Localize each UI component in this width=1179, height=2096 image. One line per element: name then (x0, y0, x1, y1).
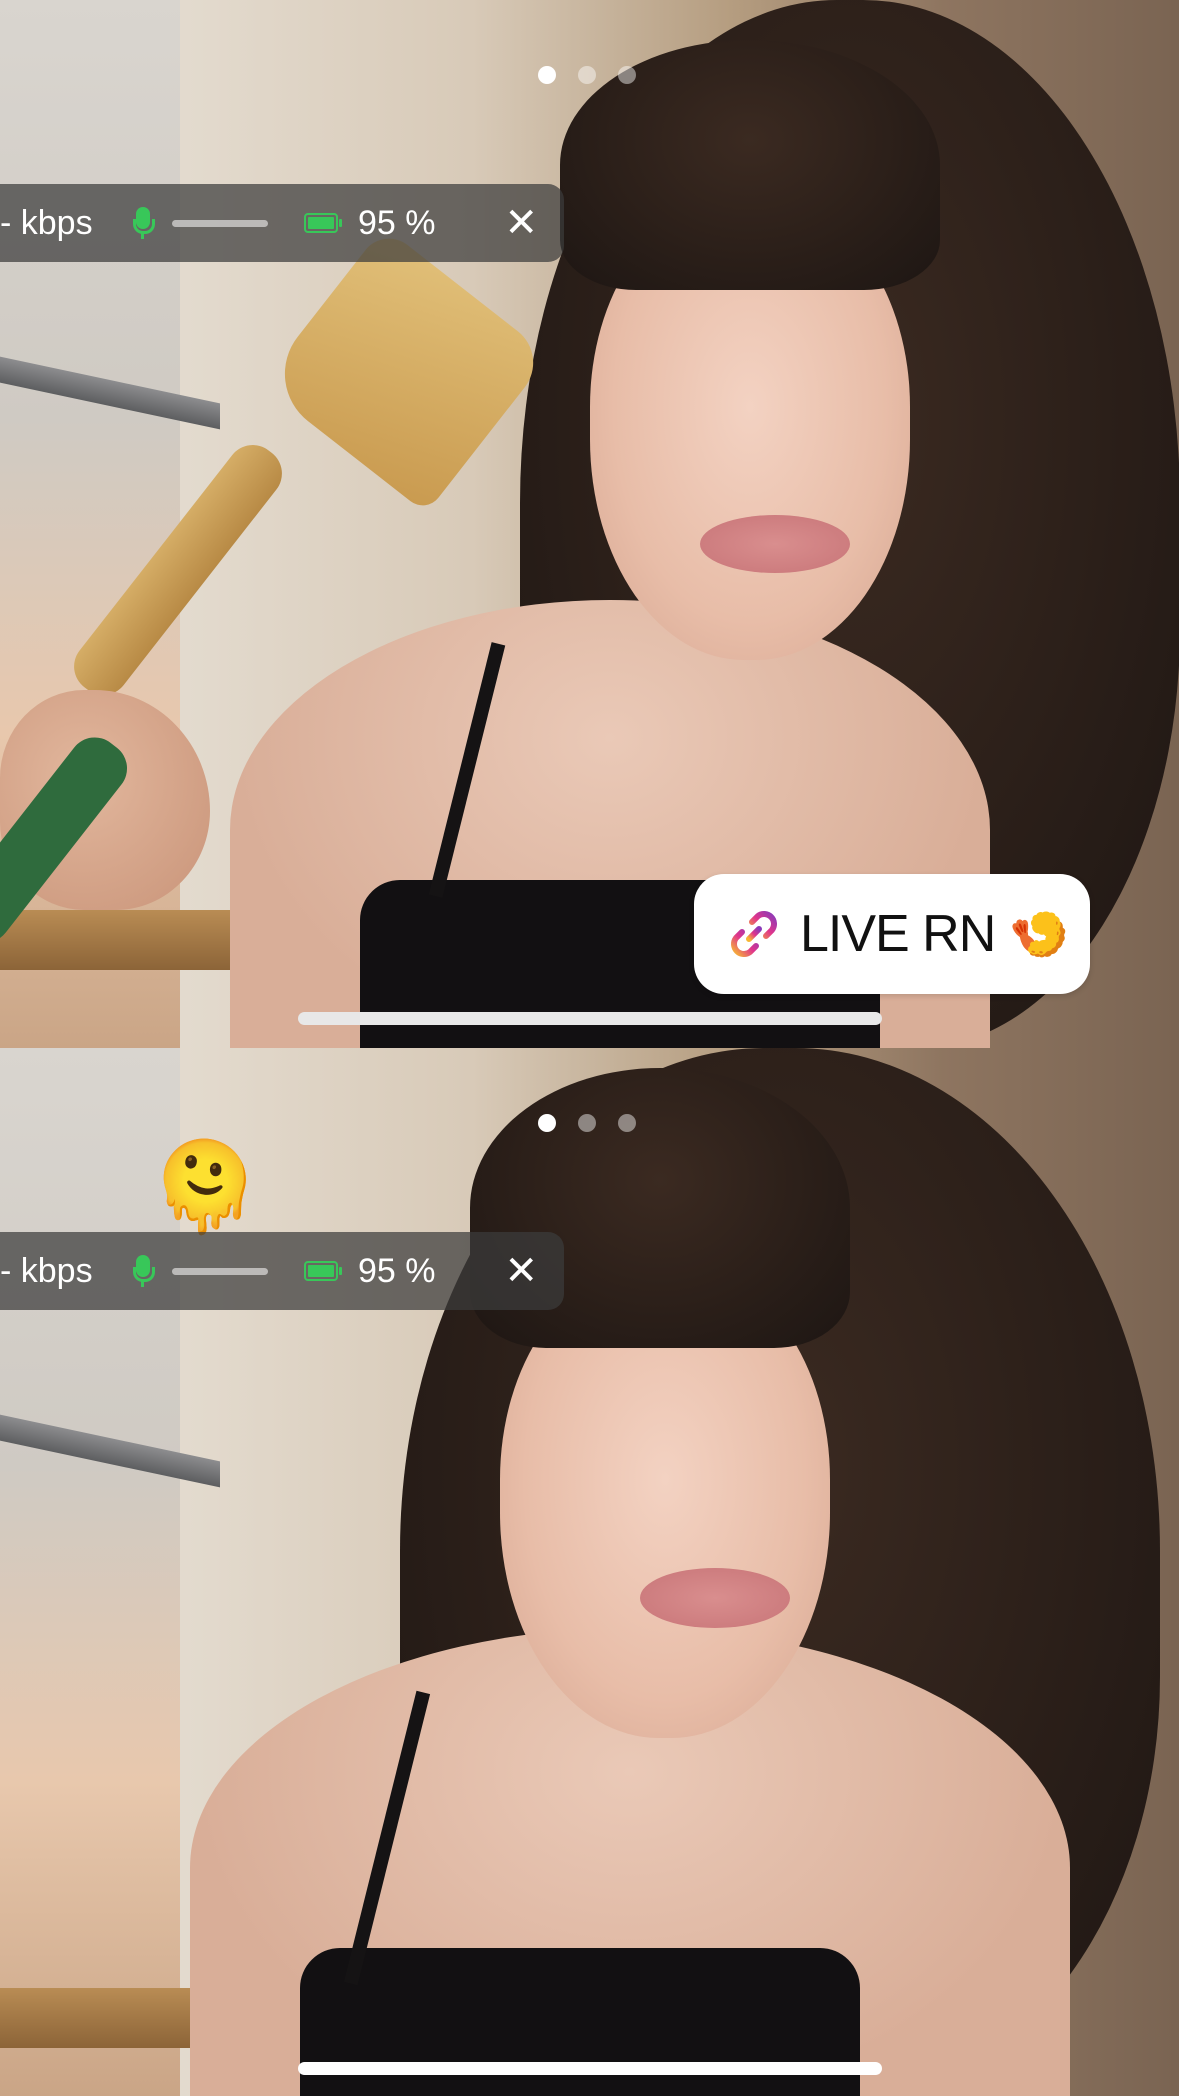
bitrate-label: - kbps (0, 203, 93, 242)
person-lips (640, 1568, 790, 1628)
page-dots (538, 1114, 636, 1132)
stream-status-bar: - kbps 95 % ✕ (0, 184, 564, 262)
page-dot[interactable] (578, 1114, 596, 1132)
battery-percent: 95 % (358, 203, 436, 242)
story-frame-top: - kbps 95 % ✕ LIVE RN 🍤 (0, 0, 1179, 1048)
person-lips (700, 515, 850, 573)
page-dot[interactable] (618, 1114, 636, 1132)
stream-status-bar: - kbps 95 % ✕ (0, 1232, 564, 1310)
bitrate-label: - kbps (0, 1251, 93, 1290)
shrimp-emoji: 🍤 (1009, 908, 1070, 962)
battery-icon (304, 213, 342, 233)
page-dot-active[interactable] (538, 66, 556, 84)
mic-level-bar (172, 219, 268, 227)
home-indicator[interactable] (298, 2062, 882, 2075)
close-icon[interactable]: ✕ (504, 1251, 538, 1291)
page-dot[interactable] (618, 66, 636, 84)
kitchen-counter (0, 910, 260, 970)
battery-percent: 95 % (358, 1251, 436, 1290)
battery-icon (304, 1261, 342, 1281)
page-dot-active[interactable] (538, 1114, 556, 1132)
microphone-icon (132, 207, 155, 239)
page-dots (538, 66, 636, 84)
link-icon (731, 911, 777, 957)
live-link-sticker[interactable]: LIVE RN 🍤 (694, 874, 1090, 994)
mic-level-bar (172, 1267, 268, 1275)
story-frame-bottom: 🫠 - kbps 95 % ✕ (0, 1048, 1179, 2096)
microphone-icon (132, 1255, 155, 1287)
page-dot[interactable] (578, 66, 596, 84)
live-sticker-text: LIVE RN (800, 905, 996, 963)
melting-face-emoji-sticker[interactable]: 🫠 (150, 1136, 260, 1239)
close-icon[interactable]: ✕ (504, 203, 538, 243)
home-indicator[interactable] (298, 1012, 882, 1025)
